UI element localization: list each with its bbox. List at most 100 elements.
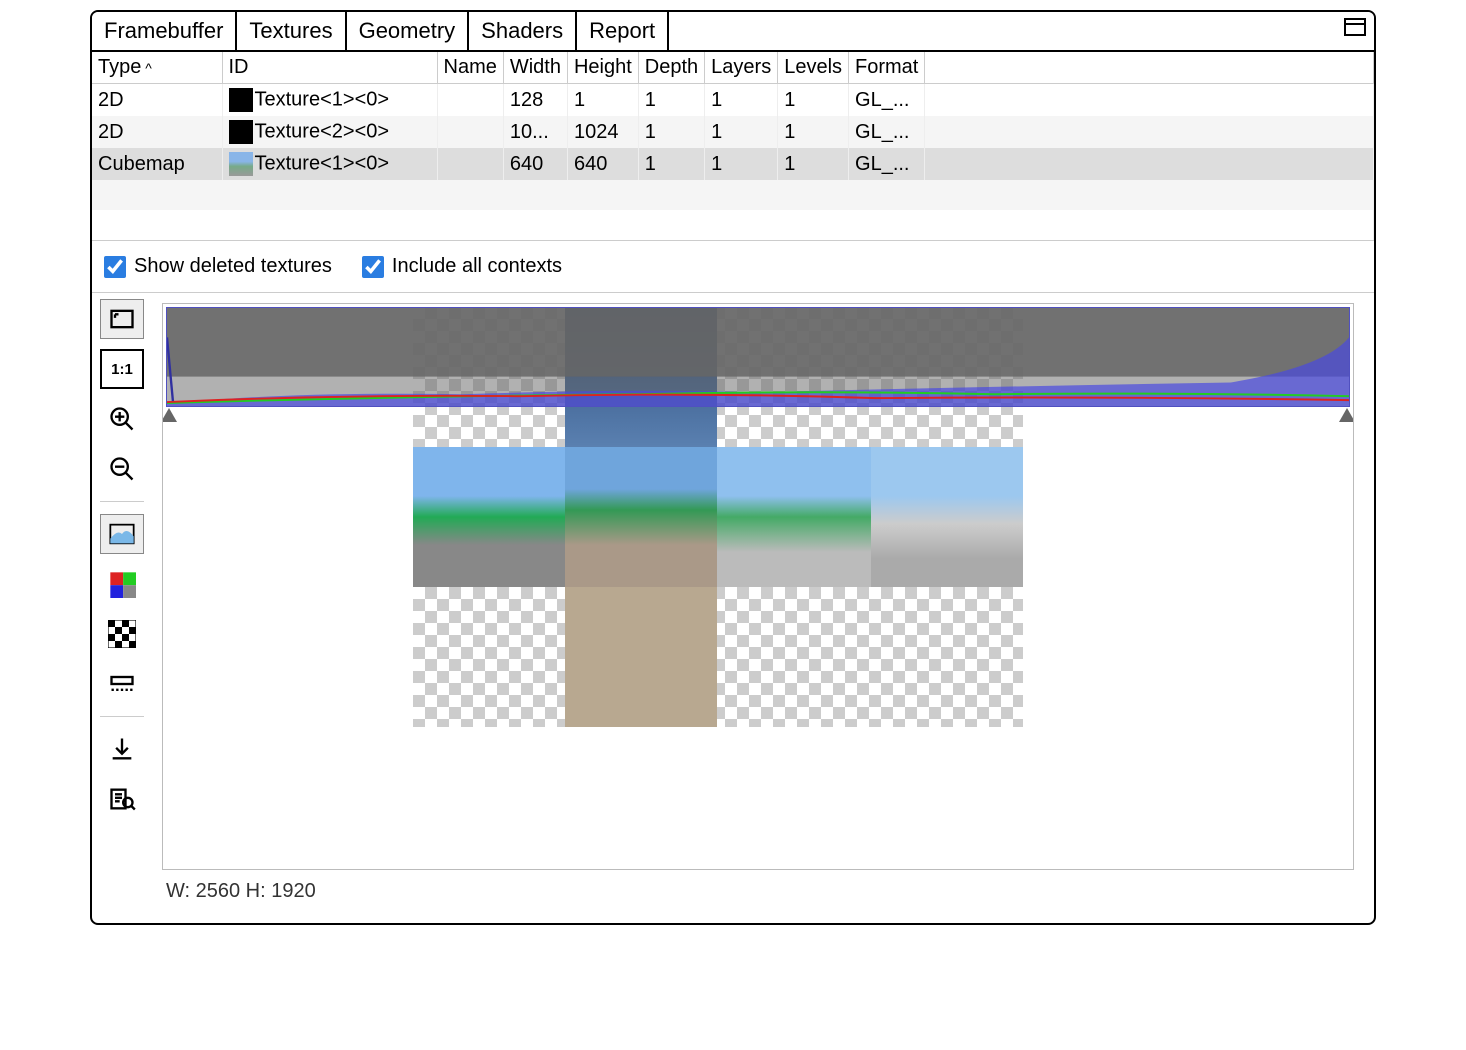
cell-depth: 1 — [638, 84, 704, 117]
download-icon — [108, 735, 136, 763]
actual-size-label: 1:1 — [111, 361, 133, 378]
include-all-label: Include all contexts — [392, 255, 562, 278]
tab-shaders[interactable]: Shaders — [469, 12, 577, 50]
cell-id: Texture<2><0> — [222, 116, 437, 148]
fit-button[interactable] — [100, 299, 144, 339]
flip-icon — [108, 670, 136, 698]
cell-width: 10... — [503, 116, 567, 148]
table-row[interactable] — [92, 180, 1374, 210]
checkerboard-icon — [108, 620, 136, 648]
options-bar: Show deleted textures Include all contex… — [92, 241, 1374, 292]
cell-height: 1024 — [567, 116, 638, 148]
canvas-area: W: 2560 H: 1920 — [152, 293, 1374, 923]
cell-id: Texture<1><0> — [222, 148, 437, 180]
col-layers[interactable]: Layers — [705, 52, 778, 84]
col-levels[interactable]: Levels — [778, 52, 849, 84]
actual-size-button[interactable]: 1:1 — [100, 349, 144, 389]
cell-height: 1 — [567, 84, 638, 117]
col-name[interactable]: Name — [437, 52, 503, 84]
cubemap-bottom-ground — [565, 587, 717, 727]
col-width[interactable]: Width — [503, 52, 567, 84]
cell-layers: 1 — [705, 148, 778, 180]
cubemap-face-left — [413, 447, 565, 587]
table-row[interactable]: 2DTexture<1><0>1281111GL_... — [92, 84, 1374, 117]
include-all-checkbox[interactable]: Include all contexts — [362, 255, 562, 278]
cell-levels: 1 — [778, 84, 849, 117]
table-header-row: Type ID Name Width Height Depth Layers L… — [92, 52, 1374, 84]
cell-spacer — [925, 116, 1374, 148]
cell-levels: 1 — [778, 148, 849, 180]
cubemap-bottom-strip — [413, 587, 1023, 727]
cell-format: GL_... — [849, 148, 925, 180]
tab-report[interactable]: Report — [577, 12, 669, 50]
col-id[interactable]: ID — [222, 52, 437, 84]
show-deleted-checkbox[interactable]: Show deleted textures — [104, 255, 332, 278]
histogram-max-handle[interactable] — [1339, 408, 1354, 422]
empty-cell — [92, 180, 1374, 210]
histogram-min-handle[interactable] — [162, 408, 177, 422]
col-spacer — [925, 52, 1374, 84]
cell-spacer — [925, 84, 1374, 117]
col-height[interactable]: Height — [567, 52, 638, 84]
tab-framebuffer[interactable]: Framebuffer — [92, 12, 237, 50]
zoom-out-icon — [108, 455, 136, 483]
cell-type: 2D — [92, 84, 222, 117]
texture-table: Type ID Name Width Height Depth Layers L… — [92, 52, 1374, 241]
zoom-in-button[interactable] — [100, 399, 144, 439]
maximize-icon[interactable] — [1344, 18, 1366, 36]
cell-type: 2D — [92, 116, 222, 148]
status-bar: W: 2560 H: 1920 — [162, 870, 1354, 913]
separator — [100, 501, 144, 502]
cell-height: 640 — [567, 148, 638, 180]
cell-depth: 1 — [638, 148, 704, 180]
col-type[interactable]: Type — [92, 52, 222, 84]
inspect-icon — [108, 785, 136, 813]
texture-thumb-icon — [229, 120, 253, 144]
inspect-button[interactable] — [100, 779, 144, 819]
cell-layers: 1 — [705, 84, 778, 117]
viewer-toolbar: 1:1 — [92, 293, 152, 923]
cell-type: Cubemap — [92, 148, 222, 180]
flip-button[interactable] — [100, 664, 144, 704]
histogram-svg — [167, 308, 1349, 406]
cubemap-face-front — [565, 447, 717, 587]
empty-cell — [92, 210, 1374, 240]
histogram-button[interactable] — [100, 514, 144, 554]
texture-thumb-icon — [229, 88, 253, 112]
texture-viewer-window: Framebuffer Textures Geometry Shaders Re… — [90, 10, 1376, 925]
histogram-icon — [108, 520, 136, 548]
texture-viewer: 1:1 — [92, 292, 1374, 923]
save-button[interactable] — [100, 729, 144, 769]
channels-icon — [108, 570, 136, 598]
cell-levels: 1 — [778, 116, 849, 148]
histogram-overlay[interactable] — [166, 307, 1350, 407]
texture-thumb-icon — [229, 152, 253, 176]
checker-button[interactable] — [100, 614, 144, 654]
zoom-in-icon — [108, 405, 136, 433]
cell-name — [437, 148, 503, 180]
tab-bar: Framebuffer Textures Geometry Shaders Re… — [92, 12, 1374, 52]
table-row[interactable] — [92, 210, 1374, 240]
cubemap-face-right — [717, 447, 871, 587]
separator — [100, 716, 144, 717]
cell-width: 640 — [503, 148, 567, 180]
cell-depth: 1 — [638, 116, 704, 148]
texture-canvas[interactable] — [162, 303, 1354, 870]
cell-id: Texture<1><0> — [222, 84, 437, 117]
cell-format: GL_... — [849, 84, 925, 117]
include-all-input[interactable] — [362, 256, 384, 278]
tab-textures[interactable]: Textures — [237, 12, 346, 50]
cell-width: 128 — [503, 84, 567, 117]
cell-name — [437, 84, 503, 117]
tab-geometry[interactable]: Geometry — [347, 12, 470, 50]
zoom-out-button[interactable] — [100, 449, 144, 489]
col-depth[interactable]: Depth — [638, 52, 704, 84]
table-row[interactable]: 2DTexture<2><0>10...1024111GL_... — [92, 116, 1374, 148]
channels-button[interactable] — [100, 564, 144, 604]
table-row[interactable]: CubemapTexture<1><0>640640111GL_... — [92, 148, 1374, 180]
show-deleted-label: Show deleted textures — [134, 255, 332, 278]
cell-format: GL_... — [849, 116, 925, 148]
show-deleted-input[interactable] — [104, 256, 126, 278]
col-format[interactable]: Format — [849, 52, 925, 84]
cubemap-face-back — [871, 447, 1023, 587]
